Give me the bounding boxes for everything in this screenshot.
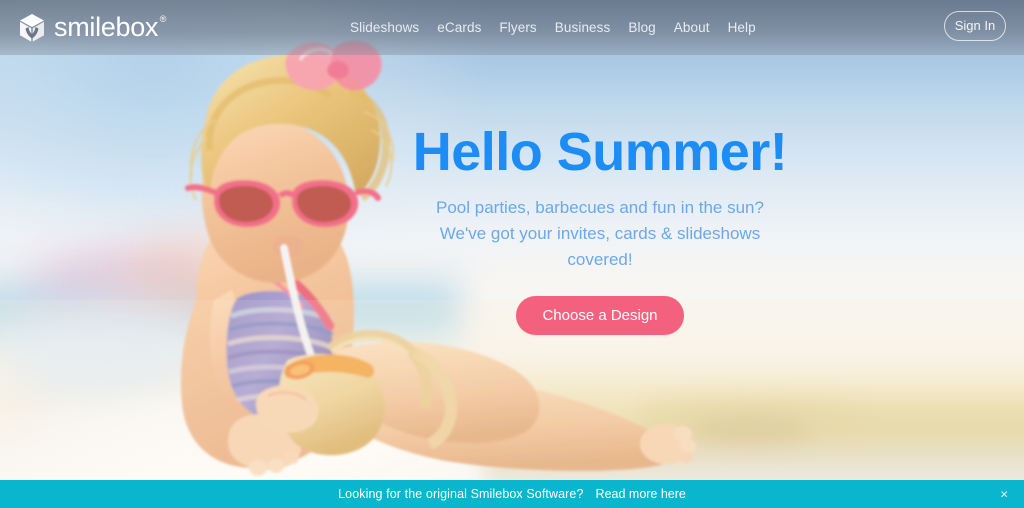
logo-wordmark: smilebox ® — [54, 14, 166, 41]
close-icon[interactable]: × — [996, 486, 1012, 503]
choose-a-design-button[interactable]: Choose a Design — [516, 295, 684, 335]
logo-wordmark-text: smilebox — [54, 12, 159, 42]
nav-item-business[interactable]: Business — [555, 20, 611, 35]
page-title: Hello Summer! — [412, 122, 788, 182]
hero-subtitle-line-1: Pool parties, barbecues and fun in the s… — [436, 197, 764, 217]
logo[interactable]: smilebox ® — [18, 13, 166, 43]
smilebox-homepage: smilebox ® Slideshows eCards Flyers Busin… — [0, 0, 1024, 508]
notice-bar: Looking for the original Smilebox Softwa… — [0, 480, 1024, 508]
sign-in-button[interactable]: Sign In — [944, 11, 1006, 41]
nav-item-help[interactable]: Help — [728, 20, 756, 35]
nav-item-slideshows[interactable]: Slideshows — [350, 20, 419, 35]
site-header: smilebox ® Slideshows eCards Flyers Busin… — [0, 0, 1024, 55]
nav-item-ecards[interactable]: eCards — [437, 20, 481, 35]
registered-mark: ® — [159, 14, 167, 24]
hero-subtitle-line-3: covered! — [567, 250, 633, 270]
smilebox-cube-icon — [20, 13, 44, 42]
main-navigation: Slideshows eCards Flyers Business Blog A… — [350, 0, 756, 55]
notice-text: Looking for the original Smilebox Softwa… — [338, 487, 584, 501]
nav-item-flyers[interactable]: Flyers — [499, 20, 536, 35]
read-more-link[interactable]: Read more here — [596, 487, 686, 501]
hero-content: Hello Summer! Pool parties, barbecues an… — [360, 124, 840, 335]
nav-item-blog[interactable]: Blog — [628, 20, 655, 35]
hero-subtitle-line-2: We've got your invites, cards & slidesho… — [439, 224, 761, 244]
hero-subtitle: Pool parties, barbecues and fun in the s… — [360, 195, 840, 274]
nav-item-about[interactable]: About — [674, 20, 710, 35]
